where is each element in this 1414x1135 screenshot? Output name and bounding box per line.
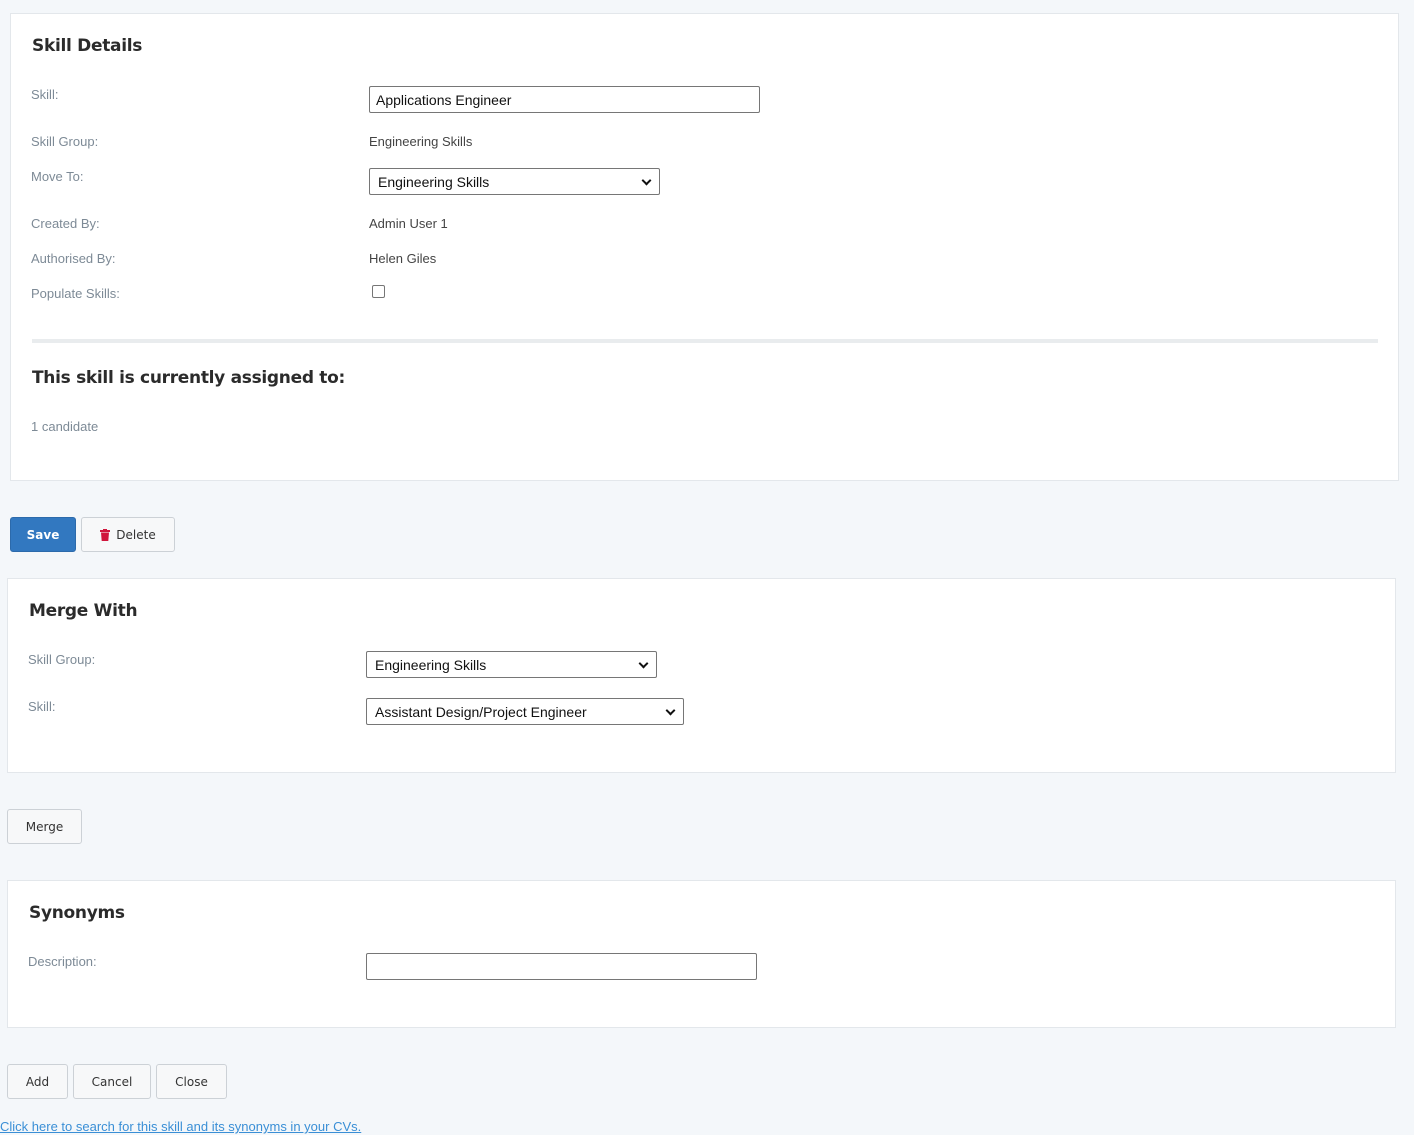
- move-to-select[interactable]: Engineering Skills: [369, 168, 660, 195]
- created-by-label: Created By:: [31, 216, 100, 231]
- search-cvs-link[interactable]: Click here to search for this skill and …: [0, 1119, 361, 1134]
- move-to-selected: Engineering Skills: [378, 173, 490, 190]
- populate-skills-label: Populate Skills:: [31, 286, 120, 301]
- skill-group-label: Skill Group:: [31, 134, 99, 149]
- merge-skill-selected: Assistant Design/Project Engineer: [375, 703, 587, 720]
- add-button[interactable]: Add: [7, 1064, 68, 1099]
- populate-skills-checkbox[interactable]: [372, 285, 385, 298]
- section-divider: [32, 339, 1378, 343]
- created-by-value: Admin User 1: [369, 216, 448, 231]
- chevron-down-icon: [639, 660, 648, 669]
- merge-button[interactable]: Merge: [7, 809, 82, 844]
- description-input[interactable]: [366, 953, 757, 980]
- authorised-by-label: Authorised By:: [31, 251, 116, 266]
- chevron-down-icon: [666, 707, 675, 716]
- merge-with-panel: Merge With Skill Group: Engineering Skil…: [7, 578, 1396, 773]
- delete-button[interactable]: Delete: [81, 517, 175, 552]
- merge-skill-group-select[interactable]: Engineering Skills: [366, 651, 657, 678]
- skill-group-value: Engineering Skills: [369, 134, 473, 149]
- delete-label: Delete: [116, 527, 156, 542]
- merge-skill-group-label: Skill Group:: [28, 652, 96, 667]
- move-to-label: Move To:: [31, 169, 84, 184]
- skill-details-panel: Skill Details Skill: Skill Group: Engine…: [10, 13, 1399, 481]
- skill-label: Skill:: [31, 87, 59, 102]
- merge-skill-label: Skill:: [28, 699, 56, 714]
- synonyms-title: Synonyms: [29, 903, 125, 923]
- synonyms-panel: Synonyms Description:: [7, 880, 1396, 1028]
- skill-details-title: Skill Details: [32, 36, 143, 56]
- trash-icon: [100, 528, 111, 541]
- skill-input[interactable]: [369, 86, 760, 113]
- save-button[interactable]: Save: [10, 517, 76, 552]
- merge-skill-group-selected: Engineering Skills: [375, 656, 487, 673]
- description-label: Description:: [28, 954, 97, 969]
- merge-skill-select[interactable]: Assistant Design/Project Engineer: [366, 698, 684, 725]
- authorised-by-value: Helen Giles: [369, 251, 437, 266]
- close-button[interactable]: Close: [156, 1064, 227, 1099]
- chevron-down-icon: [642, 177, 651, 186]
- assigned-count: 1 candidate: [31, 419, 99, 434]
- assigned-heading: This skill is currently assigned to:: [32, 368, 346, 388]
- merge-with-title: Merge With: [29, 601, 138, 621]
- cancel-button[interactable]: Cancel: [73, 1064, 151, 1099]
